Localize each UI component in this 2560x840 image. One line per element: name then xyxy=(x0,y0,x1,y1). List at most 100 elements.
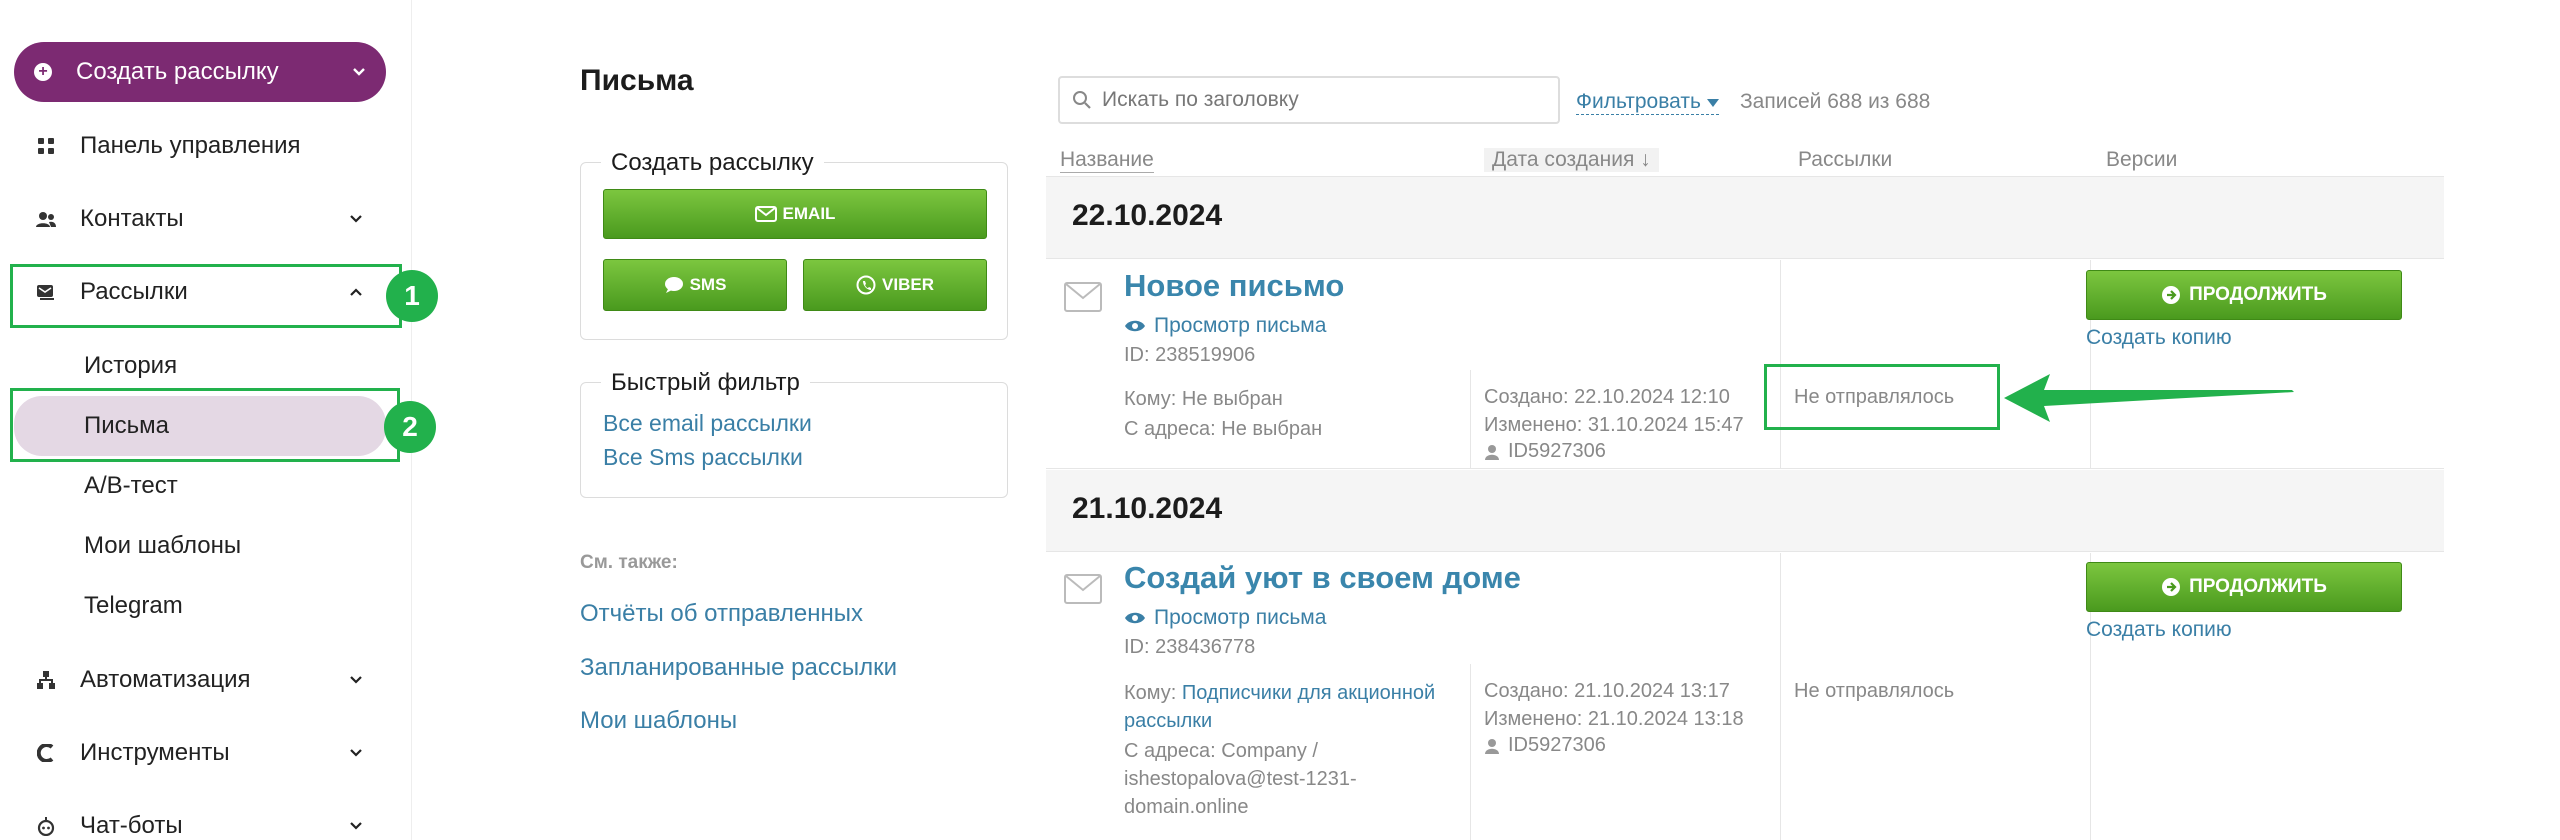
letter-id: ID: 238436778 xyxy=(1124,636,1256,658)
create-mailing-button[interactable]: + Создать рассылку xyxy=(14,42,386,102)
my-templates-link[interactable]: Мои шаблоны xyxy=(580,707,737,735)
envelope-icon xyxy=(754,206,777,222)
recipient-list-link[interactable]: рассылки xyxy=(1124,710,1212,733)
sender-info: domain.online xyxy=(1124,796,1249,818)
create-mailing-label: Создать рассылку xyxy=(76,58,279,85)
create-sms-button[interactable]: SMS xyxy=(603,259,787,311)
search-input[interactable]: Искать по заголовку xyxy=(1058,76,1560,124)
recipient-info: Кому: Не выбран xyxy=(1124,388,1283,410)
contacts-icon xyxy=(34,207,58,231)
quick-filter-box: Быстрый фильтр xyxy=(580,369,1008,498)
sidebar-item-label: Автоматизация xyxy=(80,666,251,693)
changed-date: Изменено: 31.10.2024 15:47 xyxy=(1484,414,1744,436)
filter-dropdown[interactable]: Фильтровать xyxy=(1576,90,1719,115)
see-also-heading: См. также: xyxy=(580,552,678,573)
chevron-down-icon xyxy=(350,215,362,223)
viber-label: VIBER xyxy=(882,275,934,294)
status-highlight-frame xyxy=(1764,364,2000,430)
recipient-info: Кому: Подписчики для акционной xyxy=(1124,682,1436,704)
highlight-frame-2 xyxy=(10,388,400,462)
letter-title[interactable]: Создай уют в своем доме xyxy=(1124,560,1521,596)
search-placeholder: Искать по заголовку xyxy=(1102,88,1299,111)
create-copy-link[interactable]: Создать копию xyxy=(2086,326,2232,350)
letter-id: ID: 238519906 xyxy=(1124,344,1256,366)
sidebar-item-contacts[interactable]: Контакты xyxy=(0,191,412,247)
viber-icon xyxy=(856,275,876,295)
sidebar-item-chatbots[interactable]: Чат-боты xyxy=(0,798,412,840)
view-letter-link[interactable]: Просмотр письма xyxy=(1124,606,1326,630)
sender-info: С адреса: Не выбран xyxy=(1124,418,1323,440)
create-copy-link[interactable]: Создать копию xyxy=(2086,618,2232,642)
quick-filter-legend: Быстрый фильтр xyxy=(601,369,810,397)
scheduled-mailings-link[interactable]: Запланированные рассылки xyxy=(580,654,897,682)
create-email-button[interactable]: EMAIL xyxy=(603,189,987,239)
tools-icon xyxy=(34,741,58,765)
caret-down-icon xyxy=(1706,99,1719,107)
date-group-label: 21.10.2024 xyxy=(1072,492,1223,525)
sidebar-subitem-ab-test[interactable]: A/B-тест xyxy=(0,460,412,512)
chevron-down-icon xyxy=(353,68,365,76)
chevron-down-icon xyxy=(350,749,362,757)
eye-icon xyxy=(1125,320,1145,332)
envelope-icon xyxy=(1064,282,1102,312)
sidebar-item-label: Чат-боты xyxy=(80,812,183,839)
arrow-circle-right-icon xyxy=(2162,578,2181,596)
sms-label: SMS xyxy=(689,275,727,294)
sender-info: С адреса: Company / xyxy=(1124,740,1318,762)
sender-info: ishestopalova@test-1231- xyxy=(1124,768,1357,790)
sidebar-subitem-history[interactable]: История xyxy=(0,340,412,392)
sidebar-item-automation[interactable]: Автоматизация xyxy=(0,652,412,708)
user-icon xyxy=(1485,738,1499,754)
email-label: EMAIL xyxy=(782,204,836,223)
view-letter-label: Просмотр письма xyxy=(1154,314,1327,337)
recipient-list-link[interactable]: Подписчики для акционной xyxy=(1182,682,1435,704)
create-viber-button[interactable]: VIBER xyxy=(803,259,987,311)
sidebar-item-label: Инструменты xyxy=(80,739,230,766)
column-header-name[interactable]: Название xyxy=(1060,148,1154,173)
continue-button[interactable]: ПРОДОЛЖИТЬ xyxy=(2086,270,2402,320)
created-date: Создано: 22.10.2024 12:10 xyxy=(1484,386,1730,408)
continue-button[interactable]: ПРОДОЛЖИТЬ xyxy=(2086,562,2402,612)
mailing-status: Не отправлялось xyxy=(1794,680,1955,702)
user-icon xyxy=(1485,444,1499,460)
chat-bubble-icon xyxy=(664,277,683,293)
date-group-label: 22.10.2024 xyxy=(1072,199,1223,232)
continue-label: ПРОДОЛЖИТЬ xyxy=(2189,284,2327,305)
create-mailing-box: Создать рассылку EMAIL SMS VIBER xyxy=(580,149,1008,340)
sidebar: + Создать рассылку Панель управления Кон… xyxy=(0,0,438,840)
sidebar-item-dashboard[interactable]: Панель управления xyxy=(0,118,412,174)
sidebar-subitem-telegram[interactable]: Telegram xyxy=(0,580,412,632)
step-badge-1: 1 xyxy=(386,270,438,322)
view-letter-label: Просмотр письма xyxy=(1154,606,1327,629)
chevron-down-icon xyxy=(350,822,362,830)
arrow-circle-right-icon xyxy=(2162,286,2181,304)
column-header-created[interactable]: Дата создания ↓ xyxy=(1484,148,1659,172)
author-info: ID5927306 xyxy=(1484,734,1606,757)
records-count: Записей 688 из 688 xyxy=(1740,90,1931,113)
sidebar-item-tools[interactable]: Инструменты xyxy=(0,725,412,781)
date-group-header: 21.10.2024 xyxy=(1046,470,2444,552)
envelope-icon xyxy=(1064,574,1102,604)
filter-all-sms-link[interactable]: Все Sms рассылки xyxy=(603,444,803,471)
step-badge-2: 2 xyxy=(384,401,436,453)
dashboard-icon xyxy=(34,134,58,158)
sent-reports-link[interactable]: Отчёты об отправленных xyxy=(580,600,863,628)
create-mailing-legend: Создать рассылку xyxy=(601,149,824,177)
letter-title[interactable]: Новое письмо xyxy=(1124,268,1344,304)
search-icon xyxy=(1073,91,1091,109)
filter-label: Фильтровать xyxy=(1576,90,1701,113)
continue-label: ПРОДОЛЖИТЬ xyxy=(2189,576,2327,597)
column-header-mailings: Рассылки xyxy=(1798,148,1893,171)
highlight-frame-1 xyxy=(10,264,402,328)
sidebar-subitem-templates[interactable]: Мои шаблоны xyxy=(0,520,412,572)
page-title: Письма xyxy=(580,64,694,97)
plus-icon: + xyxy=(34,63,52,81)
created-date: Создано: 21.10.2024 13:17 xyxy=(1484,680,1730,702)
view-letter-link[interactable]: Просмотр письма xyxy=(1124,314,1326,338)
chatbot-icon xyxy=(34,814,58,838)
chevron-down-icon xyxy=(350,676,362,684)
sidebar-item-label: Контакты xyxy=(80,205,184,232)
eye-icon xyxy=(1125,612,1145,624)
filter-all-email-link[interactable]: Все email рассылки xyxy=(603,410,812,437)
date-group-header: 22.10.2024 xyxy=(1046,177,2444,259)
